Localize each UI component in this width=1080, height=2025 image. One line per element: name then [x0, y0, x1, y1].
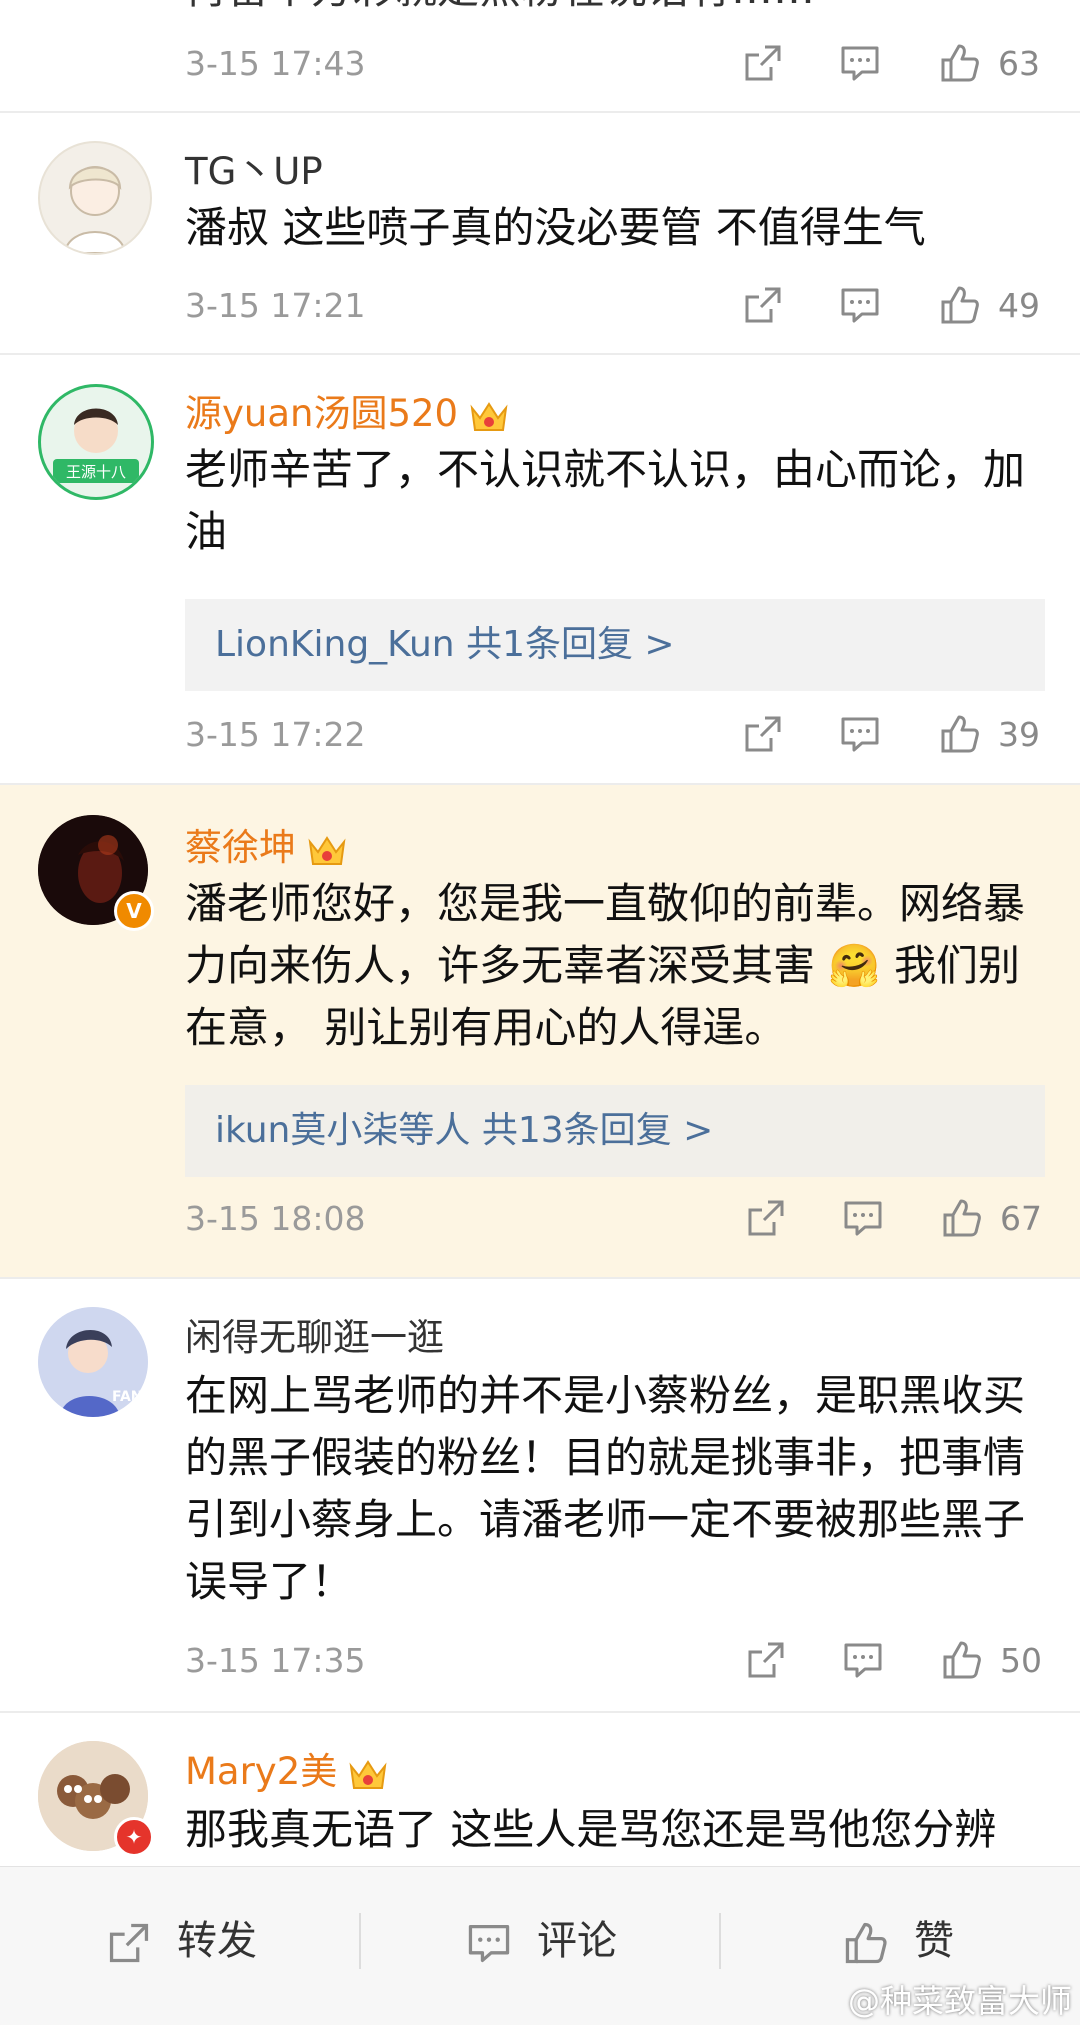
share-icon[interactable] [744, 1196, 788, 1240]
avatar-caption: FAN [112, 1389, 143, 1405]
share-icon[interactable] [741, 283, 785, 327]
member-badge: ✦ [114, 1817, 154, 1857]
username-text: Mary2美 [185, 1750, 338, 1793]
verified-badge: V [114, 891, 154, 931]
comment-item: FAN 闲得无聊逛一逛 在网上骂老师的并不是小蔡粉丝，是职黑收买的黑子假装的粉丝… [0, 1279, 1080, 1713]
comment-text: 潘老师您好，您是我一直敬仰的前辈。网络暴力向来伤人，许多无辜者深受其害 🤗 我们… [185, 879, 1026, 1052]
divider [719, 1913, 721, 1969]
comment-item: 再留个方彩就是黑粉在说话有…… 3-15 17:43 63 [0, 0, 1080, 113]
like-icon[interactable] [940, 1638, 984, 1682]
watermark: @种菜致富大师 [847, 1982, 1072, 2020]
comment-time: 3-15 17:35 [185, 1641, 366, 1680]
comment-icon[interactable] [838, 712, 882, 756]
avatar-caption: 王源十八 [66, 463, 126, 481]
comment-icon [465, 1919, 513, 1967]
username[interactable]: 源yuan汤圆520 [185, 383, 510, 437]
comment-text: 老师辛苦了，不认识就不认识，由心而论，加油 [185, 445, 1026, 556]
like-icon[interactable] [938, 283, 982, 327]
share-icon[interactable] [744, 1638, 788, 1682]
comment-time: 3-15 17:22 [185, 715, 366, 754]
like-button[interactable]: 赞 [842, 1911, 954, 1971]
repost-button[interactable]: 转发 [105, 1911, 257, 1971]
comment-icon[interactable] [841, 1638, 885, 1682]
avatar[interactable] [38, 141, 152, 255]
share-icon[interactable] [741, 712, 785, 756]
like-label: 赞 [914, 1918, 954, 1964]
username-text: 蔡徐坤 [185, 826, 296, 869]
comment-label: 评论 [537, 1918, 617, 1964]
comment-text: 再留个方彩就是黑粉在说话有…… [185, 0, 1045, 20]
like-icon [842, 1919, 890, 1967]
like-count: 50 [1000, 1641, 1042, 1680]
crown-icon [347, 1756, 389, 1792]
username[interactable]: Mary2美 [185, 1741, 389, 1795]
username[interactable]: TG丶UP [185, 141, 323, 195]
like-count: 63 [998, 44, 1040, 83]
comment-time: 3-15 17:43 [185, 44, 366, 83]
comment-item-highlighted: V 蔡徐坤 潘老师您好，您是我一直敬仰的前辈。网络暴力向来伤人，许多无辜者深受其… [0, 785, 1080, 1279]
comment-icon[interactable] [841, 1196, 885, 1240]
reply-thread-link[interactable]: ikun莫小柒等人 共13条回复 > [185, 1085, 1045, 1177]
comment-text: 那我真无语了 这些人是骂您还是骂他您分辨 [185, 1805, 997, 1854]
comment-text: 在网上骂老师的并不是小蔡粉丝，是职黑收买的黑子假装的粉丝！目的就是挑事非，把事情… [185, 1371, 1026, 1606]
like-count: 39 [998, 715, 1040, 754]
comment-icon[interactable] [838, 283, 882, 327]
username[interactable]: 闲得无聊逛一逛 [185, 1307, 444, 1361]
comment-feed: 再留个方彩就是黑粉在说话有…… 3-15 17:43 63 TG丶UP 潘叔 这… [0, 0, 1080, 1913]
like-icon[interactable] [938, 41, 982, 85]
avatar[interactable]: FAN [38, 1307, 148, 1417]
username[interactable]: 蔡徐坤 [185, 817, 348, 871]
crown-icon [306, 832, 348, 868]
comment-button[interactable]: 评论 [465, 1911, 617, 1971]
share-icon[interactable] [741, 41, 785, 85]
avatar[interactable]: ✦ [38, 1741, 154, 1857]
like-icon[interactable] [940, 1196, 984, 1240]
comment-icon[interactable] [838, 41, 882, 85]
comment-text: 潘叔 这些喷子真的没必要管 不值得生气 [185, 203, 926, 252]
like-count: 67 [1000, 1199, 1042, 1238]
comment-item: TG丶UP 潘叔 这些喷子真的没必要管 不值得生气 3-15 17:21 49 [0, 113, 1080, 355]
username-text: 源yuan汤圆520 [185, 392, 459, 435]
avatar[interactable]: V [38, 815, 154, 931]
repost-label: 转发 [177, 1918, 257, 1964]
crown-icon [468, 398, 510, 434]
divider [359, 1913, 361, 1969]
like-count: 49 [998, 286, 1040, 325]
comment-time: 3-15 17:21 [185, 286, 366, 325]
like-icon[interactable] [938, 712, 982, 756]
avatar[interactable]: 王源十八 [38, 384, 154, 500]
share-icon [105, 1919, 153, 1967]
comment-item: 王源十八 源yuan汤圆520 老师辛苦了，不认识就不认识，由心而论，加油 Li… [0, 355, 1080, 785]
comment-time: 3-15 18:08 [185, 1199, 366, 1238]
reply-thread-link[interactable]: LionKing_Kun 共1条回复 > [185, 599, 1045, 691]
